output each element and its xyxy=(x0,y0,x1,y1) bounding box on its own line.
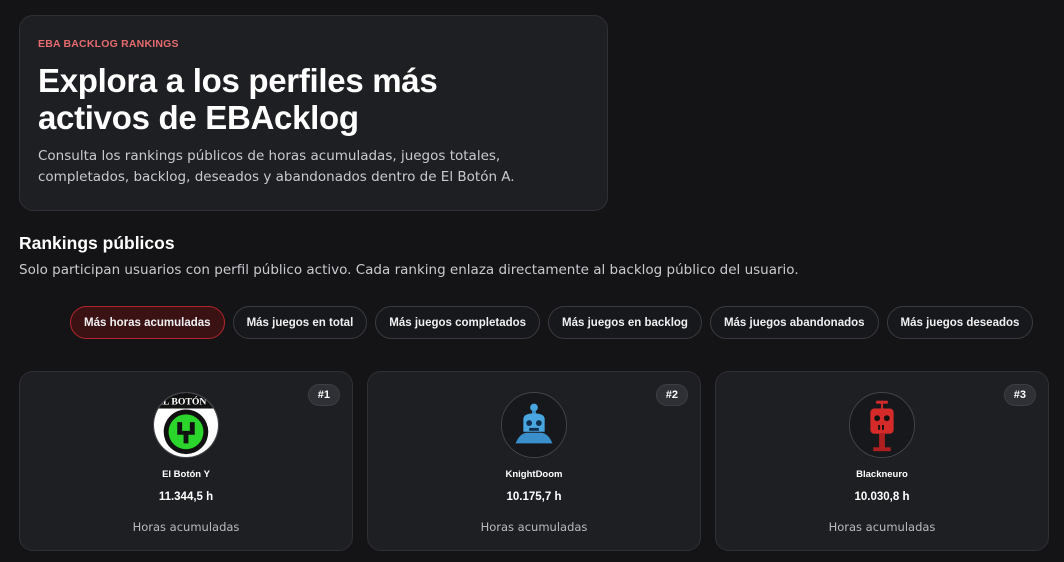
metric-label: Horas acumuladas xyxy=(132,520,240,534)
tab-mas-juegos-deseados[interactable]: Más juegos deseados xyxy=(886,306,1034,339)
avatar[interactable]: EL BOTÓN Y xyxy=(153,392,219,458)
tab-mas-juegos-en-backlog[interactable]: Más juegos en backlog xyxy=(548,306,702,339)
user-name[interactable]: El Botón Y xyxy=(162,469,210,480)
tab-mas-horas-acumuladas[interactable]: Más horas acumuladas xyxy=(70,306,225,339)
user-hours-value: 10.030,8 h xyxy=(854,491,910,503)
metric-label: Horas acumuladas xyxy=(828,520,936,534)
ranking-tabs: Más horas acumuladas Más juegos en total… xyxy=(70,306,1034,339)
el-boton-y-logo-icon: EL BOTÓN Y xyxy=(154,393,218,457)
hero-eyebrow: EBA BACKLOG RANKINGS xyxy=(38,38,179,50)
avatar-logo-text: EL BOTÓN Y xyxy=(157,396,216,408)
user-name[interactable]: Blackneuro xyxy=(856,469,908,480)
metric-label: Horas acumuladas xyxy=(480,520,588,534)
page-title: Explora a los perfiles más activos de EB… xyxy=(38,62,438,136)
rankings-title: Rankings públicos xyxy=(19,233,175,253)
rank-badge: #1 xyxy=(307,384,340,406)
rank-badge: #2 xyxy=(655,384,688,406)
rank-badge: #3 xyxy=(1003,384,1036,406)
user-hours-value: 10.175,7 h xyxy=(506,491,562,503)
tab-mas-juegos-abandonados[interactable]: Más juegos abandonados xyxy=(709,306,879,339)
ranking-cards: #1 EL BOTÓN Y El Botón Y 11.344,5 h Hora… xyxy=(19,371,1049,551)
tab-mas-juegos-completados[interactable]: Más juegos completados xyxy=(375,306,541,339)
red-robot-icon xyxy=(850,393,914,457)
hero-panel: EBA BACKLOG RANKINGS Explora a los perfi… xyxy=(19,15,608,211)
ranking-card-1[interactable]: #1 EL BOTÓN Y El Botón Y 11.344,5 h Hora… xyxy=(19,371,353,551)
ranking-card-3[interactable]: #3 Blackneuro 10.030,8 h Horas acumulada… xyxy=(715,371,1049,551)
ranking-card-2[interactable]: #2 KnightDoom 10.175,7 h Horas acumulada… xyxy=(367,371,701,551)
avatar[interactable] xyxy=(501,392,567,458)
blue-robot-icon xyxy=(502,393,566,457)
rankings-description: Solo participan usuarios con perfil públ… xyxy=(19,262,799,278)
avatar[interactable] xyxy=(849,392,915,458)
user-hours-value: 11.344,5 h xyxy=(158,491,214,503)
hero-description: Consulta los rankings públicos de horas … xyxy=(38,148,515,185)
tab-mas-juegos-en-total[interactable]: Más juegos en total xyxy=(232,306,368,339)
user-name[interactable]: KnightDoom xyxy=(506,469,563,480)
